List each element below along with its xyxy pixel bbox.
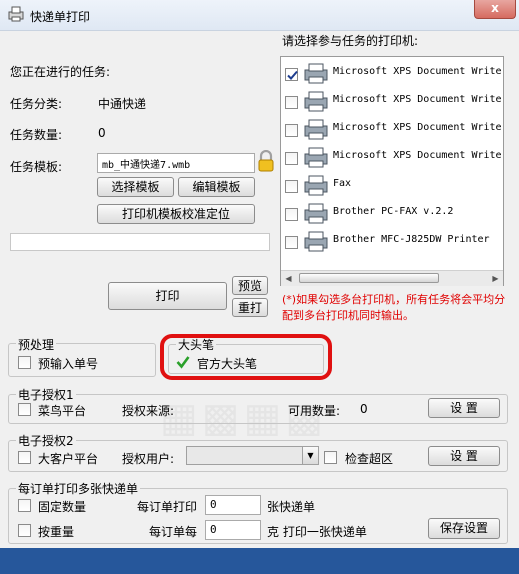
auth1-settings-button[interactable]: 设 置 bbox=[428, 398, 500, 418]
check-over-area-label: 检查超区 bbox=[345, 452, 394, 466]
fax-icon bbox=[304, 175, 328, 196]
printer-name: Fax bbox=[333, 178, 352, 189]
by-weight-label: 按重量 bbox=[38, 525, 75, 539]
printer-row[interactable]: Brother PC-FAX v.2.2 bbox=[281, 199, 503, 227]
app-printer-icon bbox=[8, 6, 24, 22]
auth-source-label: 授权来源: bbox=[122, 404, 175, 418]
printer-icon bbox=[304, 63, 328, 84]
calibrate-button[interactable]: 打印机模板校准定位 bbox=[97, 204, 255, 224]
printer-checkbox[interactable] bbox=[285, 236, 298, 249]
printer-name: Microsoft XPS Document Writer bbox=[333, 66, 504, 77]
printer-select-label: 请选择参与任务的打印机: bbox=[282, 34, 419, 48]
scroll-left-arrow-icon[interactable]: ◀ bbox=[281, 271, 296, 286]
highlight-annotation bbox=[160, 334, 332, 380]
printer-checkbox[interactable] bbox=[285, 124, 298, 137]
per-order-print-label: 每订单打印 bbox=[137, 500, 198, 514]
printer-name: Microsoft XPS Document Writer bbox=[333, 150, 504, 161]
printer-checkbox[interactable] bbox=[285, 152, 298, 165]
printer-row[interactable]: Microsoft XPS Document Writer bbox=[281, 87, 504, 115]
fixed-count-checkbox[interactable] bbox=[18, 499, 31, 512]
save-settings-button[interactable]: 保存设置 bbox=[428, 518, 500, 539]
available-count-label: 可用数量: bbox=[288, 404, 341, 418]
printer-row[interactable]: Brother MFC-J825DW Printer bbox=[281, 227, 503, 255]
printer-row[interactable]: Microsoft XPS Document Writer bbox=[281, 59, 504, 87]
lock-icon[interactable] bbox=[257, 150, 275, 172]
printer-checkbox[interactable] bbox=[285, 68, 298, 81]
printer-checkbox[interactable] bbox=[285, 208, 298, 221]
printer-row[interactable]: Microsoft XPS Document Writer bbox=[281, 143, 504, 171]
printer-list: Microsoft XPS Document Writer Microsoft … bbox=[280, 56, 504, 286]
window-title: 快递单打印 bbox=[30, 10, 91, 24]
printer-note: (*)如果勾选多台打印机，所有任务将会平均分配到多台打印机同时输出。 bbox=[282, 293, 506, 322]
printer-icon bbox=[304, 119, 328, 140]
pre-input-label: 预输入单号 bbox=[38, 357, 99, 371]
printer-name: Brother PC-FAX v.2.2 bbox=[333, 206, 454, 217]
pre-input-checkbox[interactable] bbox=[18, 356, 31, 369]
weight-field[interactable]: 0 bbox=[205, 520, 261, 540]
check-mark-icon bbox=[287, 70, 298, 80]
printer-icon bbox=[304, 231, 328, 252]
auth2-legend: 电子授权2 bbox=[16, 432, 76, 449]
auth-user-select[interactable]: ▼ bbox=[186, 446, 319, 465]
printer-icon bbox=[304, 147, 328, 168]
fixed-count-label: 固定数量 bbox=[38, 500, 87, 514]
printer-row[interactable]: Fax bbox=[281, 171, 503, 199]
reprint-button[interactable]: 重打 bbox=[232, 298, 268, 317]
current-task-label: 您正在进行的任务: bbox=[10, 65, 111, 79]
dropdown-arrow-icon[interactable]: ▼ bbox=[302, 447, 318, 464]
printer-name: Microsoft XPS Document Writer bbox=[333, 122, 504, 133]
check-over-area-checkbox[interactable] bbox=[324, 451, 337, 464]
per-order-each-label: 每订单每 bbox=[149, 525, 198, 539]
printer-list-scrollbar[interactable]: ◀ ▶ bbox=[281, 270, 503, 286]
preprocess-legend: 预处理 bbox=[16, 336, 57, 353]
progress-bar bbox=[10, 233, 270, 251]
close-button[interactable]: x bbox=[474, 0, 516, 19]
preview-button[interactable]: 预览 bbox=[232, 276, 268, 295]
task-category-value: 中通快递 bbox=[98, 97, 147, 111]
template-field[interactable]: mb_中通快递7.wmb bbox=[97, 153, 255, 173]
scroll-right-arrow-icon[interactable]: ▶ bbox=[488, 271, 503, 286]
printer-icon bbox=[304, 91, 328, 112]
cainiao-checkbox[interactable] bbox=[18, 403, 31, 416]
available-count-value: 0 bbox=[360, 402, 368, 416]
weight-suffix-label: 克 打印一张快递单 bbox=[267, 525, 367, 539]
by-weight-checkbox[interactable] bbox=[18, 524, 31, 537]
per-order-count-field[interactable]: 0 bbox=[205, 495, 261, 515]
printer-icon bbox=[304, 203, 328, 224]
print-button[interactable]: 打印 bbox=[108, 282, 227, 310]
task-count-label: 任务数量: bbox=[10, 128, 63, 142]
auth1-legend: 电子授权1 bbox=[16, 386, 76, 403]
auth-user-label: 授权用户: bbox=[122, 452, 175, 466]
big-customer-label: 大客户平台 bbox=[38, 452, 99, 466]
printer-checkbox[interactable] bbox=[285, 180, 298, 193]
multi-sheet-legend: 每订单打印多张快递单 bbox=[16, 480, 141, 497]
printer-name: Microsoft XPS Document Writer bbox=[333, 94, 504, 105]
auth2-settings-button[interactable]: 设 置 bbox=[428, 446, 500, 466]
status-bar bbox=[0, 548, 519, 574]
cainiao-label: 菜鸟平台 bbox=[38, 404, 87, 418]
printer-name: Brother MFC-J825DW Printer bbox=[333, 234, 490, 245]
select-template-button[interactable]: 选择模板 bbox=[97, 177, 174, 197]
printer-row[interactable]: Microsoft XPS Document Writer bbox=[281, 115, 504, 143]
task-category-label: 任务分类: bbox=[10, 97, 63, 111]
printer-checkbox[interactable] bbox=[285, 96, 298, 109]
sheets-unit-label: 张快递单 bbox=[267, 500, 316, 514]
scroll-thumb[interactable] bbox=[299, 273, 439, 283]
big-customer-checkbox[interactable] bbox=[18, 451, 31, 464]
task-count-value: 0 bbox=[98, 126, 106, 140]
task-template-label: 任务模板: bbox=[10, 160, 63, 174]
edit-template-button[interactable]: 编辑模板 bbox=[178, 177, 255, 197]
